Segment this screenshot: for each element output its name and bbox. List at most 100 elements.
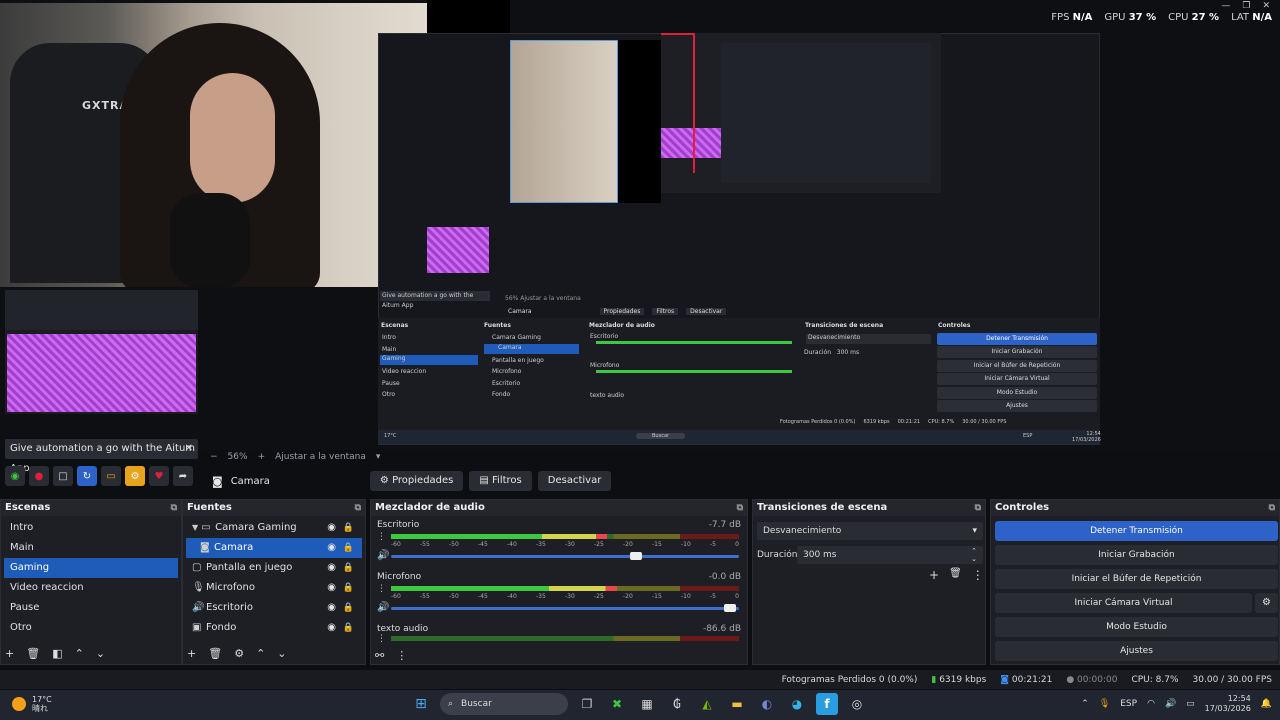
volume-icon[interactable]: 🔊 <box>1165 699 1176 709</box>
zoom-out-button[interactable]: − <box>210 452 218 462</box>
fit-window-button[interactable]: Ajustar a la ventana <box>275 452 366 462</box>
chevron-down-icon[interactable]: ⌄ <box>96 647 105 660</box>
minimize-icon[interactable]: — <box>1221 1 1230 11</box>
source-item-selected[interactable]: ◙ Camara ◉ 🔒 <box>186 538 362 558</box>
eye-icon[interactable]: ◉ <box>327 598 336 618</box>
stop-stream-button[interactable]: Detener Transmisión <box>995 521 1278 541</box>
source-item[interactable]: 🎙Microfono ◉ 🔒 <box>186 578 362 598</box>
eye-icon[interactable]: ◉ <box>327 518 336 538</box>
dock-pop-icon[interactable]: ⧉ <box>171 500 177 516</box>
language-indicator[interactable]: ESP <box>1120 699 1137 709</box>
add-icon[interactable]: + <box>5 647 14 660</box>
settings-button[interactable]: Ajustes <box>995 641 1278 661</box>
battery-icon[interactable]: ▭ <box>1186 699 1195 709</box>
chevron-down-icon[interactable]: ⌄ <box>277 647 286 660</box>
kebab-icon[interactable]: ⋮ <box>377 584 386 594</box>
clock[interactable]: 12:54 17/03/2026 <box>1205 694 1251 714</box>
windows-start-icon[interactable]: ⊞ <box>410 693 432 715</box>
source-item[interactable]: 🔊 Escritorio ◉ 🔒 <box>186 598 362 618</box>
file-explorer-icon[interactable]: ▬ <box>726 693 748 715</box>
wifi-icon[interactable]: ◠ <box>1147 699 1155 709</box>
scene-item[interactable]: Pause <box>4 598 178 618</box>
kebab-icon[interactable]: ⋮ <box>396 649 407 662</box>
folder-icon[interactable]: ▭ <box>101 466 121 486</box>
share-icon[interactable]: ➦ <box>173 466 193 486</box>
scene-item[interactable]: Otro <box>4 618 178 638</box>
filters-button[interactable]: ▤ Filtros <box>469 471 532 491</box>
volume-slider[interactable] <box>391 607 739 610</box>
lock-icon[interactable]: 🔒 <box>343 618 354 638</box>
source-item[interactable]: ▢ Pantalla en juego ◉ 🔒 <box>186 558 362 578</box>
kebab-icon[interactable]: ⋮ <box>972 568 984 582</box>
volume-slider-handle[interactable] <box>723 604 736 612</box>
source-item[interactable]: ▼ ▭ Camara Gaming ◉ 🔒 <box>186 518 362 538</box>
eye-icon[interactable]: ◉ <box>327 618 336 638</box>
volume-slider[interactable] <box>391 555 739 558</box>
speaker-icon[interactable]: 🔊 <box>377 550 389 561</box>
obs-icon[interactable]: ◎ <box>846 693 868 715</box>
virtual-camera-button[interactable]: Iniciar Cámara Virtual <box>995 593 1252 613</box>
kebab-icon[interactable]: ⋮ <box>377 532 386 542</box>
xbox-icon[interactable]: ✖ <box>606 693 628 715</box>
trash-icon[interactable]: 🗑 <box>208 647 222 660</box>
taskbar-search[interactable]: ⌕ Buscar <box>440 693 568 715</box>
close-icon[interactable]: ✕ <box>185 439 193 459</box>
eye-icon[interactable]: ◉ <box>327 558 336 578</box>
gear-icon[interactable]: ⚙ <box>1255 593 1278 613</box>
volume-slider-handle[interactable] <box>629 552 642 560</box>
eye-icon[interactable]: ◉ <box>327 578 336 598</box>
chevron-up-icon[interactable]: ⌃ <box>75 647 84 660</box>
facebook-icon[interactable]: f <box>816 693 838 715</box>
deactivate-button[interactable]: Desactivar <box>537 471 612 491</box>
speaker-icon[interactable]: 🔊 <box>377 602 389 613</box>
studio-mode-button[interactable]: Modo Estudio <box>995 617 1278 637</box>
gear-icon[interactable]: ⚙ <box>234 647 244 660</box>
duration-input[interactable]: 300 ms ⌃ ⌄ <box>797 546 983 564</box>
close-window-icon[interactable]: ✕ <box>1262 1 1270 11</box>
properties-button[interactable]: ⚙ Propiedades <box>369 471 464 491</box>
scene-item-selected[interactable]: Gaming <box>4 558 178 578</box>
stepper-icon[interactable]: ⌃ ⌄ <box>971 547 977 563</box>
mic-tray-icon[interactable]: 🎙 <box>1099 699 1110 709</box>
dock-pop-icon[interactable]: ⧉ <box>737 500 743 516</box>
notification-icon[interactable]: 🔔 <box>1261 699 1272 709</box>
scene-item[interactable]: Intro <box>4 518 178 538</box>
link-icon[interactable]: ⚯ <box>375 649 384 662</box>
preview-canvas[interactable]: GXTRA Give automation a go with the Aitu… <box>0 0 1280 486</box>
expand-icon[interactable]: ▼ <box>192 523 198 532</box>
automation-banner[interactable]: Give automation a go with the Aitum App … <box>5 439 198 474</box>
discord-icon[interactable]: ◐ <box>756 693 778 715</box>
chevron-up-icon[interactable]: ⌃ <box>256 647 265 660</box>
gear-icon[interactable]: ⚙ <box>125 466 145 486</box>
store-icon[interactable]: ▦ <box>636 693 658 715</box>
lock-icon[interactable]: 🔒 <box>343 558 354 578</box>
task-view-icon[interactable]: ❐ <box>576 693 598 715</box>
maximize-icon[interactable]: ❐ <box>1242 1 1250 11</box>
scene-item[interactable]: Main <box>4 538 178 558</box>
trash-icon[interactable]: 🗑 <box>949 568 962 582</box>
dock-pop-icon[interactable]: ⧉ <box>975 500 981 516</box>
dock-pop-icon[interactable]: ⧉ <box>355 500 361 516</box>
lock-icon[interactable]: 🔒 <box>343 518 354 538</box>
add-icon[interactable]: + <box>929 568 939 582</box>
chevron-down-icon[interactable]: ▾ <box>376 452 381 462</box>
weather-widget[interactable]: 17°C 晴れ <box>12 695 52 713</box>
start-recording-button[interactable]: Iniciar Grabación <box>995 545 1278 565</box>
kebab-icon[interactable]: ⋮ <box>377 634 386 644</box>
dock-pop-icon[interactable]: ⧉ <box>1269 500 1275 516</box>
refresh-icon[interactable]: ↻ <box>77 466 97 486</box>
edge-icon[interactable]: ◕ <box>786 693 808 715</box>
chevron-up-icon[interactable]: ⌃ <box>1081 699 1089 709</box>
lock-icon[interactable]: 🔒 <box>343 598 354 618</box>
zoom-in-button[interactable]: + <box>258 452 266 462</box>
record-icon[interactable]: ● <box>29 466 49 486</box>
replay-buffer-button[interactable]: Iniciar el Búfer de Repetición <box>995 569 1278 589</box>
transition-select[interactable]: Desvanecimiento ▾ <box>757 522 983 540</box>
stream-icon[interactable]: ◉ <box>5 466 25 486</box>
lock-icon[interactable]: 🔒 <box>343 578 354 598</box>
filter-icon[interactable]: ◧ <box>52 647 62 660</box>
selection-bbox[interactable] <box>661 33 695 173</box>
source-item[interactable]: ▣ Fondo ◉ 🔒 <box>186 618 362 638</box>
trash-icon[interactable]: 🗑 <box>26 647 40 660</box>
scene-item[interactable]: Video reaccion <box>4 578 178 598</box>
